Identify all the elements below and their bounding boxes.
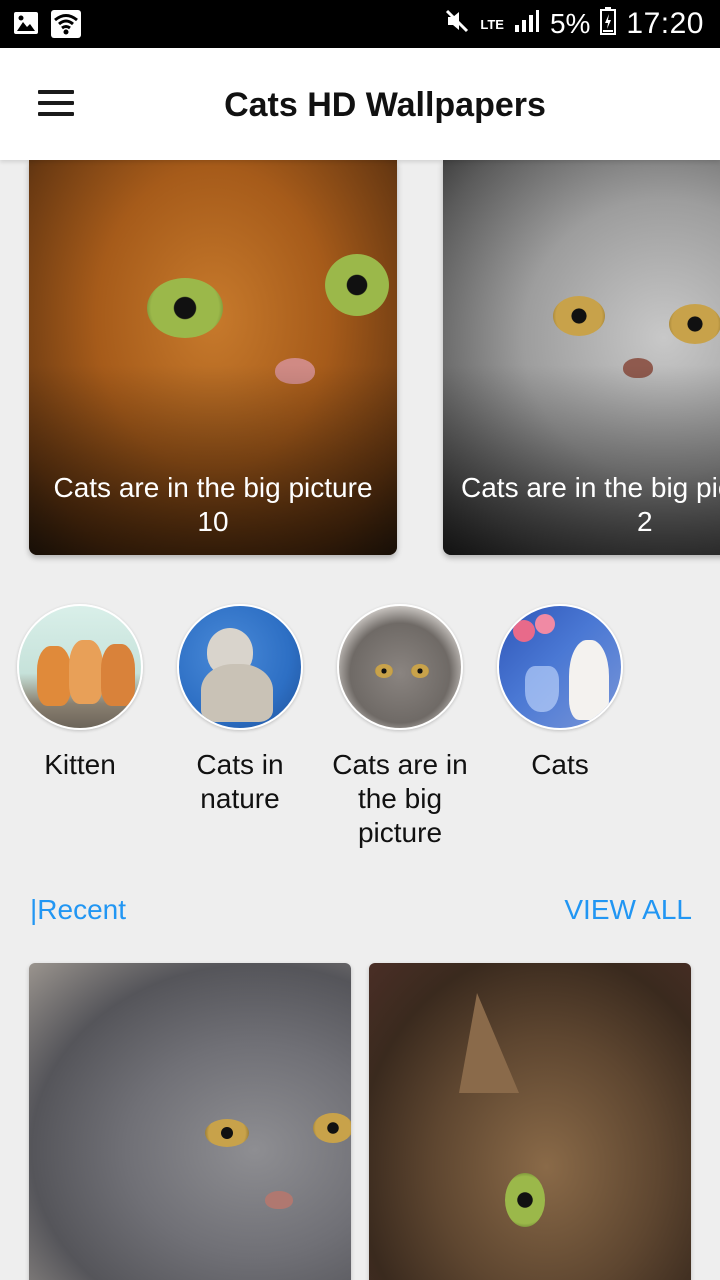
app-bar: Cats HD Wallpapers — [0, 48, 720, 160]
recent-section-header: |Recent VIEW ALL — [0, 890, 720, 934]
status-bar: LTE 5% 17:20 — [0, 0, 720, 48]
featured-caption: Cats are in the big picture 10 — [53, 472, 373, 537]
category-cats[interactable]: Cats — [480, 604, 640, 782]
category-list: Kitten Cats in nature Cats are in the bi… — [0, 604, 720, 864]
clock: 17:20 — [626, 7, 704, 40]
gallery-icon — [12, 9, 40, 44]
category-thumbnail — [177, 604, 303, 730]
featured-card[interactable]: Cats are in the big picture 2 — [443, 160, 720, 555]
category-cats-big-picture[interactable]: Cats are in the big picture — [320, 604, 480, 850]
mute-icon — [444, 8, 470, 41]
category-thumbnail — [497, 604, 623, 730]
app-title: Cats HD Wallpapers — [224, 86, 546, 124]
category-label: Cats — [531, 749, 589, 780]
network-type: LTE — [480, 16, 504, 32]
battery-icon — [600, 6, 617, 42]
category-kitten[interactable]: Kitten — [0, 604, 160, 782]
battery-percent: 5% — [549, 8, 591, 39]
category-thumbnail — [17, 604, 143, 730]
cat-photo — [369, 963, 691, 1280]
signal-icon — [514, 8, 540, 40]
recent-title: |Recent — [30, 894, 126, 925]
cat-photo — [29, 963, 351, 1280]
category-cats-in-nature[interactable]: Cats in nature — [160, 604, 320, 816]
category-label: Kitten — [44, 749, 116, 780]
category-label: Cats are in the big picture — [332, 749, 468, 848]
category-label: Cats in nature — [196, 749, 284, 814]
recent-wallpaper-card[interactable] — [29, 963, 351, 1280]
wifi-icon — [50, 9, 82, 44]
featured-caption: Cats are in the big picture 2 — [461, 472, 720, 537]
recent-wallpaper-card[interactable] — [369, 963, 691, 1280]
category-thumbnail — [337, 604, 463, 730]
featured-card[interactable]: Cats are in the big picture 10 — [29, 160, 397, 555]
featured-carousel[interactable]: Cats are in the big picture 10 Cats are … — [0, 160, 720, 570]
view-all-button[interactable]: VIEW ALL — [564, 894, 692, 926]
